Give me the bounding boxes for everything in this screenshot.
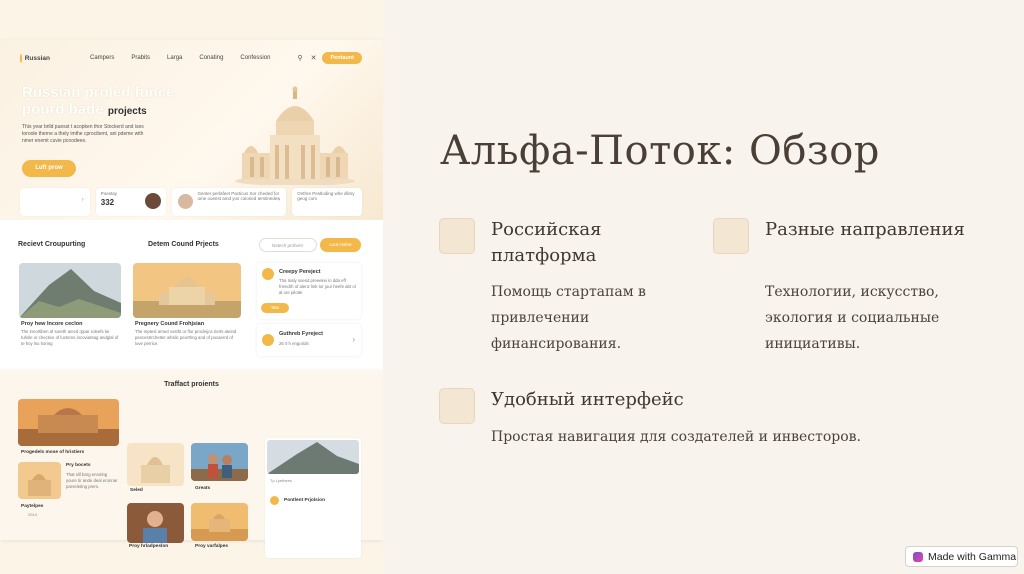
stat-card: Poestay 332 (95, 188, 166, 216)
card-title: Pregnery Cound Frohjsian (135, 321, 205, 327)
palace-image (127, 443, 184, 486)
section-heading: Recievt Croupurting (18, 241, 86, 248)
nav-link: Campers (90, 55, 115, 61)
feature-description: Простая навигация для создателей и инвес… (491, 429, 862, 445)
section-heading: Traffact proients (164, 381, 219, 388)
stat-card: › (20, 188, 90, 216)
chevron-right-icon: › (278, 197, 281, 203)
item-label: Proy hrladpeslon (129, 544, 169, 549)
feature-description: Технологии, искусство, экология и социал… (765, 284, 940, 352)
item-label: Paytelpes (21, 504, 44, 509)
avatar (177, 194, 193, 209)
made-with-gamma-badge[interactable]: Made with Gamma (905, 546, 1018, 567)
chevron-right-icon: › (81, 197, 84, 203)
feature-icon-box (439, 218, 475, 254)
mountain-image (19, 263, 121, 318)
mockup-navbar: Russian Campers Prabits Larga Conating C… (20, 51, 362, 65)
search-icon: ⚲ (297, 55, 303, 62)
feature-icon-box (439, 388, 475, 424)
hero-button: Luft prow (22, 160, 76, 177)
feature-heading: Удобный интерфейс (491, 389, 684, 410)
temple-image (18, 462, 61, 499)
avatar (144, 193, 161, 209)
item-label: Seled (130, 488, 143, 493)
card-text: The innortiben af sureth arecd rppar rol… (21, 329, 119, 346)
fortress-image (18, 399, 119, 446)
stat-card: Genter perlafeet Pacticus Sor cheded for… (171, 188, 287, 216)
brand-logo-icon (20, 53, 22, 63)
stat-card: Onthre Pestloding whe dlimy geog com (292, 188, 362, 216)
stat-label: Onthre Pestloding whe dlimy geog com (297, 191, 355, 201)
nav-link: Prabits (131, 55, 151, 61)
project-card: Guthreb Fyreject 26 0 h engorids › (257, 324, 361, 356)
mockup-section-trending: Traffact proients Progedels mose of hris… (0, 370, 383, 558)
item-text: That sill barg enroting youre tir ande d… (66, 472, 118, 489)
card-title: Guthreb Fyreject (279, 331, 324, 337)
star-icon (270, 496, 279, 505)
info-icon (262, 334, 274, 346)
nav-link: Conating (199, 55, 224, 61)
item-label: Greats (195, 486, 211, 491)
desert-temple-image (191, 503, 248, 541)
card-title: Proy hew Incore ceclon (21, 321, 83, 327)
hero-title-line: pourd bade (22, 101, 104, 118)
stats-row: › Poestay 332 Genter perlafeet Pacticus S… (20, 188, 362, 216)
stat-label: Genter perlafeet Pacticus Sor cheded for… (197, 191, 280, 201)
feature-description: Помощь стартапам в привлечении финансиро… (491, 284, 646, 352)
nav-link: Confession (240, 55, 271, 61)
panel-row-title: Pontlent Prjolsion (284, 498, 326, 503)
badge-label: Made with Gamma (928, 550, 1017, 563)
cathedral-image (133, 263, 241, 318)
card-button: Tato (261, 303, 289, 313)
close-icon: ✕ (310, 55, 317, 62)
gamma-logo-icon (913, 551, 923, 562)
card-text: Tha Inaly soesd preeekei in dda eff frie… (279, 278, 356, 295)
hero-description: This year brild puesst t acopken thor St… (22, 124, 144, 144)
hero-title: Russian proled funce pourd bade projects (22, 84, 192, 120)
nav-cta-button: Pentaunt (322, 52, 362, 64)
people-image (191, 443, 248, 481)
section-heading: Detem Cound Prjects (148, 241, 219, 248)
hero-title-line: Russian proled funce (22, 84, 175, 101)
bell-icon (262, 268, 274, 280)
project-card: Creepy Pereject Tha Inaly soesd preeekei… (257, 263, 361, 319)
stat-label: Poestay (100, 191, 118, 196)
search-button: Lout Hobre (320, 238, 361, 252)
item-year: 2014 (28, 512, 37, 517)
hero-title-accent: projects (107, 106, 147, 117)
slide-title: Альфа-Поток: Обзор (440, 128, 880, 174)
trending-side-panel: Tp Lyethees Pontlent Prjolsion (265, 438, 361, 558)
item-label: Proy varfalpes (195, 544, 229, 549)
item-label: Pry bocets (66, 463, 91, 468)
mountain-image (267, 440, 359, 474)
search-input: Detech prohent (259, 238, 317, 252)
feature-icon-box (713, 218, 749, 254)
card-text: The reptesl arned vostht or flor proclei… (135, 329, 237, 346)
chevron-right-icon: › (352, 335, 355, 344)
mockup-hero: Russian Campers Prabits Larga Conating C… (0, 40, 383, 220)
cathedral-illustration (235, 86, 355, 185)
website-mockup: Russian Campers Prabits Larga Conating C… (0, 0, 383, 574)
panel-caption: Tp Lyethees (270, 478, 292, 483)
portrait-image (127, 503, 184, 543)
card-title: Creepy Pereject (279, 269, 321, 275)
nav-link: Larga (167, 55, 183, 61)
feature-heading: Российская платформа (491, 219, 602, 266)
brand-name: Russian (24, 54, 50, 62)
mockup-page: Russian Campers Prabits Larga Conating C… (0, 40, 383, 558)
feature-heading: Разные направления (765, 219, 965, 240)
item-label: Progedels mose of hristiers (21, 450, 85, 455)
mockup-section-recent: Recievt Croupurting Detem Cound Prjects … (0, 220, 383, 368)
card-text: 26 0 h engorids (279, 341, 309, 346)
